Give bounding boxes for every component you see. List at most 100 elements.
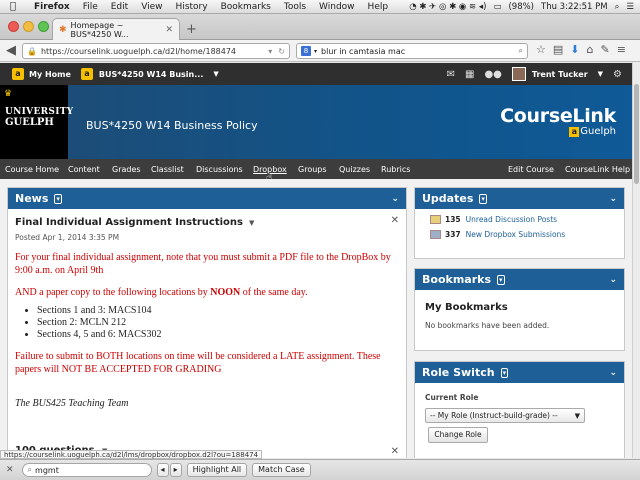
- minimize-window-icon[interactable]: [23, 21, 34, 32]
- close-find-icon[interactable]: ✕: [6, 465, 14, 475]
- status-icons[interactable]: ◔ ✱ ✈ ◎ ✱ ◉ ≋ ◂): [409, 2, 486, 12]
- news-item-posted: Posted Apr 1, 2014 3:35 PM: [15, 233, 120, 242]
- menu-help[interactable]: Help: [368, 2, 389, 12]
- page-scrollbar[interactable]: [632, 62, 640, 458]
- tab-strip: ✱ Homepage ~ BUS*4250 W... ✕ +: [0, 14, 640, 40]
- current-role-label: Current Role: [425, 393, 479, 402]
- settings-gear-icon[interactable]: ⚙: [613, 69, 622, 80]
- role-switch-collapse-icon[interactable]: ⌄: [609, 368, 617, 378]
- message-alerts-icon[interactable]: ✉: [447, 69, 455, 80]
- nav-discussions[interactable]: Discussions: [196, 165, 243, 174]
- tab-homepage[interactable]: ✱ Homepage ~ BUS*4250 W... ✕: [52, 18, 180, 40]
- course-title: BUS*4250 W14 Business Policy: [86, 119, 258, 132]
- list-icon[interactable]: ☰: [626, 2, 634, 12]
- downloads-icon[interactable]: ⬇: [570, 43, 579, 56]
- tab-close-icon[interactable]: ✕: [165, 25, 173, 35]
- search-input[interactable]: blur in camtasia mac: [321, 47, 405, 56]
- course-selector[interactable]: BUS*4250 W14 Busin...: [99, 70, 203, 79]
- university-logo[interactable]: ♛ UNIVERSITY GUELPH: [0, 85, 73, 159]
- update-row-dropbox[interactable]: 337 New Dropbox Submissions: [415, 230, 624, 239]
- bookmarks-menu-icon[interactable]: ▤: [553, 43, 563, 56]
- dismiss-item-icon[interactable]: ✕: [391, 215, 399, 226]
- clock[interactable]: Thu 3:22:51 PM: [541, 2, 608, 12]
- menu-icon[interactable]: ≡: [617, 43, 626, 56]
- course-icon[interactable]: a: [80, 68, 93, 80]
- news-collapse-icon[interactable]: ⌄: [391, 194, 399, 204]
- nav-groups[interactable]: Groups: [298, 165, 327, 174]
- change-role-button[interactable]: Change Role: [428, 427, 488, 443]
- bookmark-star-icon[interactable]: ☆: [536, 43, 546, 56]
- nav-rubrics[interactable]: Rubrics: [381, 165, 410, 174]
- search-icon[interactable]: ⌕: [519, 46, 523, 56]
- bookmarks-collapse-icon[interactable]: ⌄: [609, 275, 617, 285]
- bookmarks-header: Bookmarks ▾ ⌄: [415, 269, 624, 290]
- my-home-icon[interactable]: a: [12, 68, 24, 80]
- back-icon[interactable]: ◀: [6, 43, 16, 59]
- home-icon[interactable]: ⌂: [587, 43, 594, 56]
- menu-file[interactable]: File: [83, 2, 98, 12]
- updates-collapse-icon[interactable]: ⌄: [609, 194, 617, 204]
- news-options-icon[interactable]: ▾: [54, 193, 62, 204]
- scrollbar-thumb[interactable]: [634, 84, 639, 184]
- nav-edit-course[interactable]: Edit Course: [508, 165, 554, 174]
- role-switch-title: Role Switch: [422, 366, 495, 379]
- match-case-button[interactable]: Match Case: [252, 463, 311, 477]
- update-alerts-icon[interactable]: ▦: [465, 69, 474, 80]
- updates-options-icon[interactable]: ▾: [479, 193, 487, 204]
- update-link[interactable]: New Dropbox Submissions: [466, 230, 566, 239]
- avatar[interactable]: [511, 67, 526, 81]
- nav-grades[interactable]: Grades: [112, 165, 141, 174]
- find-next-button[interactable]: ▸: [169, 463, 182, 477]
- news-item-title[interactable]: Final Individual Assignment Instructions: [15, 217, 243, 228]
- close-window-icon[interactable]: [8, 21, 19, 32]
- new-tab-icon[interactable]: +: [186, 22, 197, 37]
- nav-classlist[interactable]: Classlist: [151, 165, 184, 174]
- courselink-logo: CourseLink a Guelph: [500, 105, 616, 137]
- menu-bookmarks[interactable]: Bookmarks: [221, 2, 271, 12]
- nav-courselink-help[interactable]: CourseLink Help: [565, 165, 630, 174]
- find-input[interactable]: ⌕ mgmt: [21, 463, 152, 477]
- zoom-window-icon[interactable]: [38, 21, 49, 32]
- menu-view[interactable]: View: [141, 2, 162, 12]
- url-dropdown-icon[interactable]: ▾: [268, 47, 272, 56]
- updates-widget: Updates ▾ ⌄ 135 Unread Discussion Posts …: [414, 187, 625, 259]
- apple-menu-icon[interactable]: : [10, 1, 22, 12]
- addon-icon[interactable]: ✎: [600, 43, 609, 56]
- list-item: Section 2: MCLN 212: [37, 317, 399, 329]
- bookmarks-options-icon[interactable]: ▾: [497, 274, 505, 285]
- battery-icon[interactable]: ▭: [493, 2, 501, 12]
- role-select[interactable]: -- My Role (Instruct-build-grade) -- ▼: [425, 408, 585, 423]
- search-dropdown-icon[interactable]: ▾: [314, 48, 317, 55]
- user-menu-chevron-icon[interactable]: ▼: [598, 70, 603, 78]
- bookmarks-widget: Bookmarks ▾ ⌄ My Bookmarks No bookmarks …: [414, 268, 625, 351]
- reload-icon[interactable]: ↻: [278, 47, 285, 56]
- find-input-value[interactable]: mgmt: [35, 466, 59, 475]
- menu-edit[interactable]: Edit: [111, 2, 128, 12]
- update-link[interactable]: Unread Discussion Posts: [466, 215, 557, 224]
- google-icon[interactable]: 8: [301, 46, 311, 56]
- menu-app-firefox[interactable]: Firefox: [34, 2, 70, 12]
- course-selector-chevron-icon[interactable]: ▼: [213, 70, 218, 78]
- user-menu[interactable]: Trent Tucker: [532, 70, 588, 79]
- spotlight-icon[interactable]: ⌕: [615, 2, 620, 12]
- my-home-link[interactable]: My Home: [29, 70, 71, 79]
- update-row-discussions[interactable]: 135 Unread Discussion Posts: [415, 215, 624, 224]
- search-bar[interactable]: 8 ▾ blur in camtasia mac ⌕: [296, 43, 528, 59]
- menu-history[interactable]: History: [176, 2, 208, 12]
- discussion-icon: [430, 215, 441, 224]
- find-previous-button[interactable]: ◂: [156, 463, 169, 477]
- highlight-all-button[interactable]: Highlight All: [186, 463, 248, 477]
- role-switch-header: Role Switch ▾ ⌄: [415, 362, 624, 383]
- chevron-down-icon[interactable]: ▼: [575, 412, 580, 420]
- nav-quizzes[interactable]: Quizzes: [339, 165, 370, 174]
- menu-window[interactable]: Window: [319, 2, 355, 12]
- news-item-menu-icon[interactable]: ▼: [249, 219, 254, 227]
- role-switch-options-icon[interactable]: ▾: [500, 367, 509, 378]
- minibar-right: ✉ ▦ ●● Trent Tucker ▼ ⚙: [447, 67, 632, 81]
- url-bar[interactable]: 🔒 https://courselink.uoguelph.ca/d2l/hom…: [22, 43, 290, 59]
- nav-course-home[interactable]: Course Home: [5, 165, 59, 174]
- menu-tools[interactable]: Tools: [284, 2, 306, 12]
- subscription-alerts-icon[interactable]: ●●: [484, 69, 501, 80]
- dismiss-item-2-icon[interactable]: ✕: [391, 446, 399, 457]
- nav-content[interactable]: Content: [68, 165, 100, 174]
